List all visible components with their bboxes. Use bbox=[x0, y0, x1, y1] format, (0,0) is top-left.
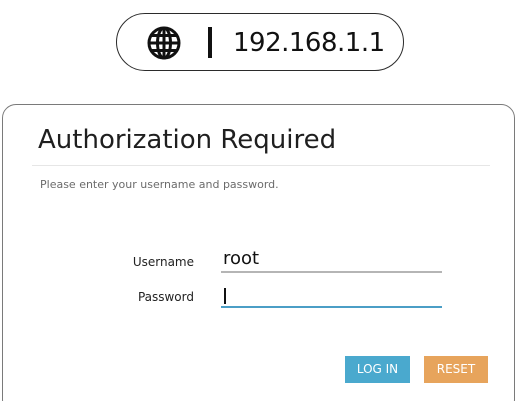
username-field[interactable] bbox=[221, 245, 442, 273]
page-title: Authorization Required bbox=[38, 125, 337, 155]
address-url[interactable]: 192.168.1.1 bbox=[233, 27, 385, 59]
login-card: Authorization Required Please enter your… bbox=[2, 104, 515, 401]
address-bar[interactable]: 192.168.1.1 bbox=[116, 13, 404, 71]
password-label: Password bbox=[137, 290, 194, 304]
username-label: Username bbox=[132, 255, 194, 269]
page: 192.168.1.1 Authorization Required Pleas… bbox=[0, 0, 519, 401]
title-divider bbox=[32, 165, 490, 166]
globe-icon bbox=[147, 26, 181, 60]
login-button[interactable]: LOG IN bbox=[345, 356, 410, 383]
reset-button[interactable]: RESET bbox=[424, 356, 488, 383]
login-instructions: Please enter your username and password. bbox=[40, 178, 279, 191]
text-caret bbox=[224, 288, 226, 304]
address-bar-separator bbox=[208, 27, 212, 58]
password-field[interactable] bbox=[221, 280, 442, 308]
